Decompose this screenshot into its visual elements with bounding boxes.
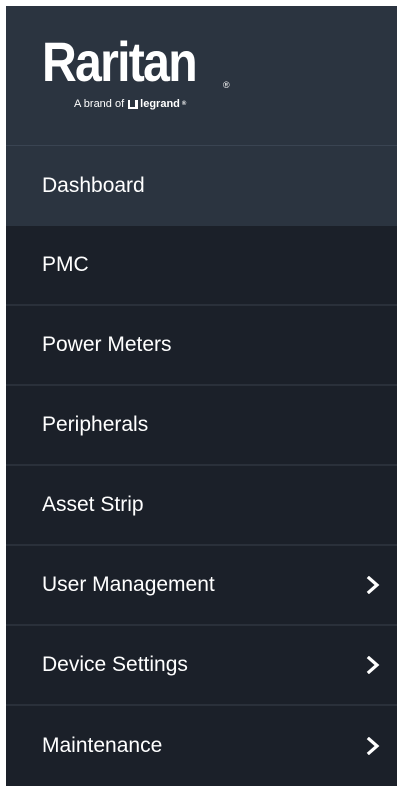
registered-mark: ®	[222, 80, 230, 90]
nav-item-label: Dashboard	[42, 174, 145, 197]
nav-item-label: Power Meters	[42, 333, 172, 356]
sidebar: Raritan ® A brand of legrand ® Dashboard P…	[6, 6, 397, 786]
nav-item-pmc[interactable]: PMC	[6, 226, 397, 306]
legrand-logo-icon	[128, 99, 139, 109]
nav-item-label: User Management	[42, 573, 215, 596]
trademark-mark: ®	[181, 101, 187, 107]
logo[interactable]: Raritan ® A brand of legrand ®	[6, 6, 397, 146]
tagline-text: A brand of	[74, 98, 125, 110]
nav-item-label: Maintenance	[42, 734, 163, 757]
nav-item-label: Asset Strip	[42, 493, 144, 516]
logo-wordmark: Raritan	[42, 30, 198, 93]
nav-item-asset-strip[interactable]: Asset Strip	[6, 466, 397, 546]
nav-item-maintenance[interactable]: Maintenance	[6, 706, 397, 786]
nav-item-label: Device Settings	[42, 653, 188, 676]
nav-item-dashboard[interactable]: Dashboard	[6, 146, 397, 226]
nav-item-peripherals[interactable]: Peripherals	[6, 386, 397, 466]
nav-item-user-management[interactable]: User Management	[6, 546, 397, 626]
chevron-right-icon	[363, 575, 383, 595]
nav-item-label: PMC	[42, 253, 89, 276]
legrand-brand-text: legrand	[140, 98, 180, 110]
chevron-right-icon	[363, 736, 383, 756]
nav-item-device-settings[interactable]: Device Settings	[6, 626, 397, 706]
chevron-right-icon	[363, 655, 383, 675]
nav-item-label: Peripherals	[42, 413, 149, 436]
logo-tagline: A brand of legrand ®	[74, 98, 397, 110]
nav-item-power-meters[interactable]: Power Meters	[6, 306, 397, 386]
legrand-brand: legrand ®	[128, 98, 186, 110]
